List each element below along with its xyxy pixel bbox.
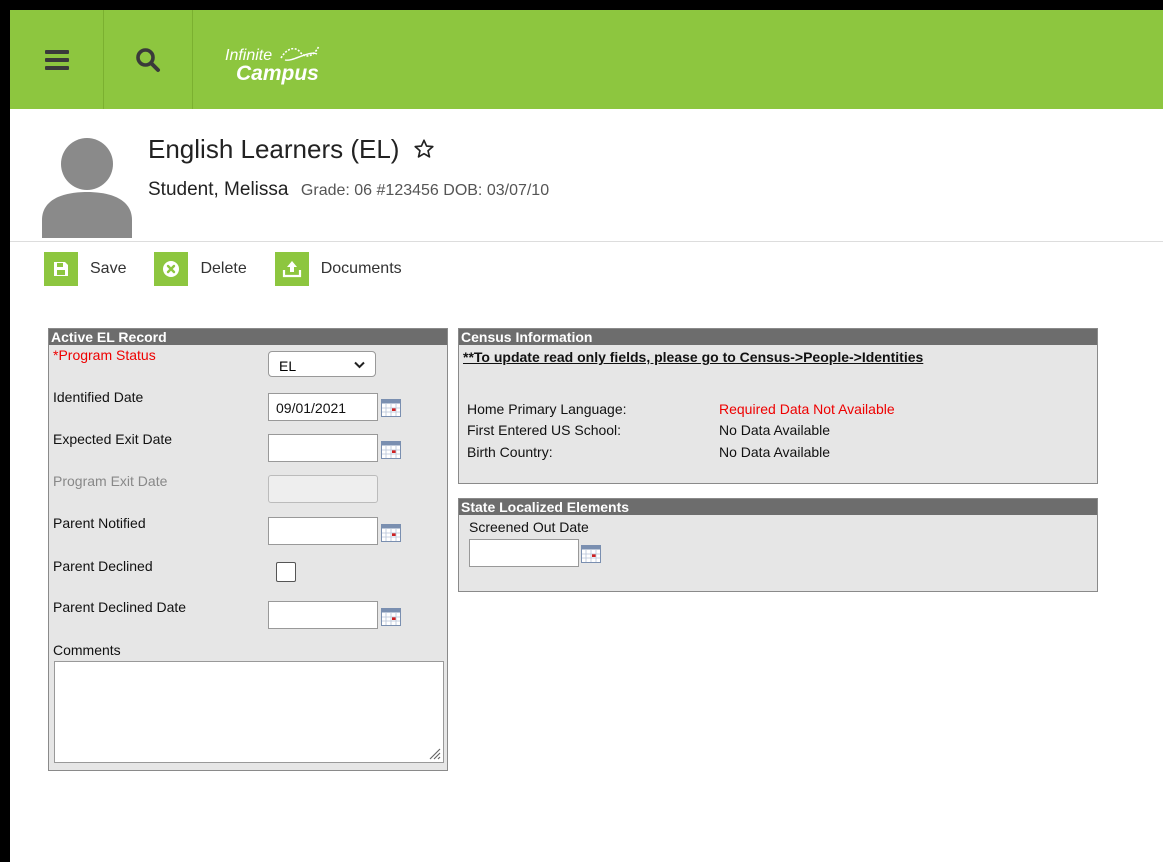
page-title-text: English Learners (EL) bbox=[148, 134, 400, 164]
logo-line2: Campus bbox=[236, 62, 319, 85]
hamburger-menu-icon bbox=[44, 46, 69, 74]
panel-heading: Census Information bbox=[459, 329, 1097, 345]
birth-country-label: Birth Country: bbox=[467, 444, 553, 460]
parent-notified-input[interactable] bbox=[268, 517, 378, 545]
x-circle-icon bbox=[154, 252, 189, 286]
comments-label: Comments bbox=[53, 642, 121, 658]
student-avatar bbox=[42, 138, 132, 238]
active-el-record-panel: Active EL Record *Program Status EL Iden… bbox=[48, 328, 448, 771]
header-divider bbox=[10, 241, 1163, 242]
top-navigation-bar: Infinite Campus bbox=[10, 10, 1163, 109]
documents-button[interactable]: Documents bbox=[274, 252, 402, 286]
expected-exit-date-label: Expected Exit Date bbox=[53, 431, 173, 447]
program-exit-date-input bbox=[268, 475, 378, 503]
floppy-disk-icon bbox=[44, 252, 78, 286]
documents-label: Documents bbox=[320, 260, 402, 277]
page-title: English Learners (EL) bbox=[148, 134, 435, 165]
first-entered-us-school-value: No Data Available bbox=[719, 422, 831, 438]
expected-exit-date-input[interactable] bbox=[268, 434, 378, 462]
parent-declined-date-label: Parent Declined Date bbox=[53, 599, 187, 615]
app-window: Infinite Campus English Learners (EL) St… bbox=[10, 10, 1163, 862]
birth-country-value: No Data Available bbox=[719, 444, 831, 460]
comments-textarea[interactable] bbox=[54, 661, 444, 763]
resize-grip-icon[interactable] bbox=[427, 746, 441, 760]
calendar-icon[interactable] bbox=[381, 524, 401, 542]
delete-button[interactable]: Delete bbox=[154, 252, 247, 286]
census-information-panel: Census Information **To update read only… bbox=[458, 328, 1098, 484]
student-meta: Grade: 06 #123456 DOB: 03/07/10 bbox=[300, 182, 550, 199]
panel-heading: Active EL Record bbox=[49, 329, 447, 345]
menu-button[interactable] bbox=[10, 10, 104, 109]
program-status-select[interactable]: EL bbox=[268, 351, 376, 377]
program-status-label: *Program Status bbox=[53, 347, 156, 363]
save-button[interactable]: Save bbox=[44, 252, 126, 286]
student-name: Student, Melissa bbox=[148, 179, 289, 200]
upload-icon bbox=[274, 252, 309, 286]
home-primary-language-value: Required Data Not Available bbox=[719, 401, 895, 417]
panel-heading: State Localized Elements bbox=[459, 499, 1097, 515]
program-status-value: EL bbox=[279, 358, 297, 374]
save-label: Save bbox=[90, 260, 127, 277]
parent-declined-date-input[interactable] bbox=[268, 601, 378, 629]
screened-out-date-input[interactable] bbox=[469, 539, 579, 567]
calendar-icon[interactable] bbox=[381, 399, 401, 417]
search-icon bbox=[136, 47, 160, 72]
first-entered-us-school-label: First Entered US School: bbox=[467, 422, 622, 438]
identified-date-input[interactable]: 09/01/2021 bbox=[268, 393, 378, 421]
delete-label: Delete bbox=[200, 260, 247, 277]
program-exit-date-label: Program Exit Date bbox=[53, 473, 168, 489]
action-toolbar: Save Delete Documents bbox=[44, 252, 430, 286]
home-primary-language-label: Home Primary Language: bbox=[467, 401, 627, 417]
calendar-icon[interactable] bbox=[381, 608, 401, 626]
parent-notified-label: Parent Notified bbox=[53, 515, 146, 531]
state-localized-elements-panel: State Localized Elements Screened Out Da… bbox=[458, 498, 1098, 592]
screened-out-date-label: Screened Out Date bbox=[469, 519, 589, 535]
parent-declined-label: Parent Declined bbox=[53, 558, 153, 574]
parent-declined-checkbox[interactable] bbox=[276, 562, 296, 582]
infinite-campus-logo[interactable]: Infinite Campus bbox=[225, 45, 320, 85]
student-info: Student, Melissa Grade: 06 #123456 DOB: … bbox=[148, 179, 549, 201]
chevron-down-icon bbox=[354, 361, 365, 369]
identified-date-label: Identified Date bbox=[53, 389, 144, 405]
census-update-note: **To update read only fields, please go … bbox=[463, 349, 924, 365]
calendar-icon[interactable] bbox=[581, 545, 601, 563]
calendar-icon[interactable] bbox=[381, 441, 401, 459]
star-outline-icon[interactable] bbox=[413, 138, 435, 160]
infinity-swoosh-icon bbox=[280, 45, 320, 61]
search-button[interactable] bbox=[104, 10, 193, 109]
